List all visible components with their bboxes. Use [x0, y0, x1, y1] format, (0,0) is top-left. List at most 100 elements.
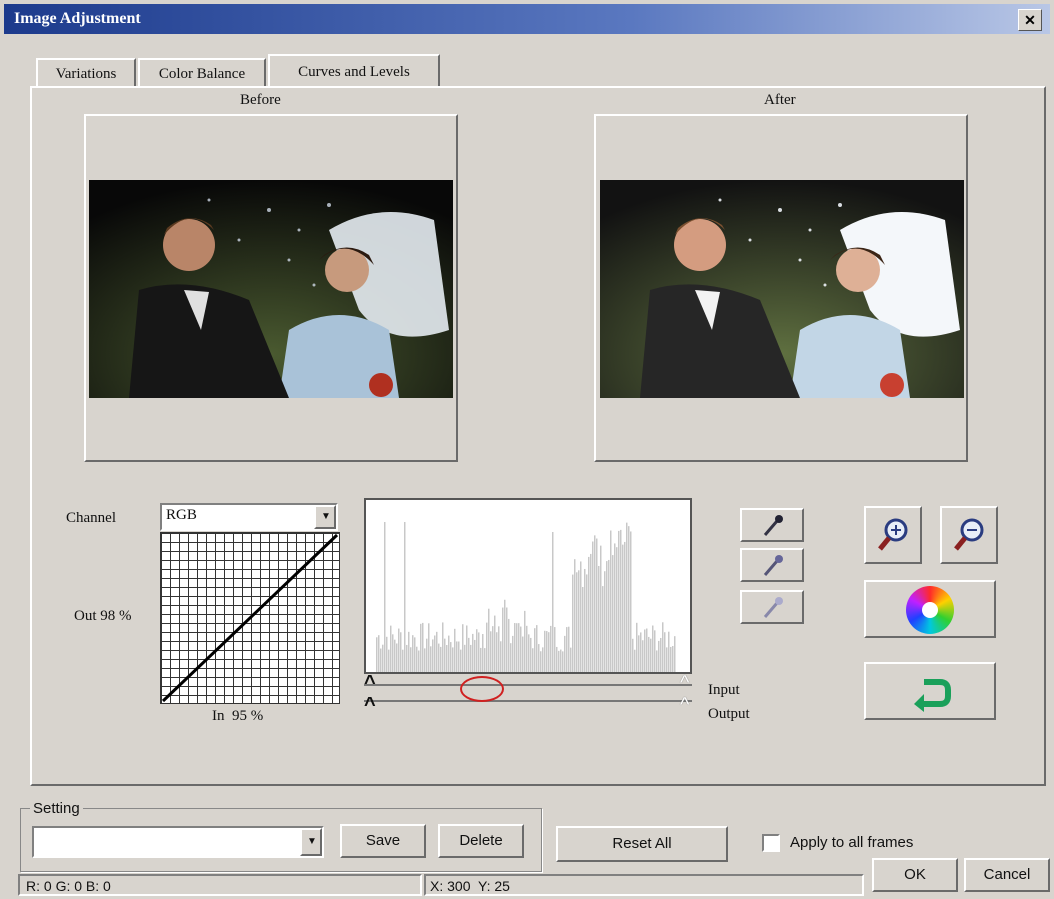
histogram-bar	[426, 638, 428, 672]
output-white-slider[interactable]: ^	[680, 694, 689, 717]
histogram-bar	[586, 574, 588, 672]
histogram-bar	[652, 625, 654, 672]
close-button[interactable]: ✕	[1018, 9, 1042, 31]
histogram-bar	[488, 608, 490, 672]
zoom-in-button[interactable]	[864, 506, 922, 564]
channel-dropdown-button[interactable]: ▼	[314, 505, 336, 529]
setting-dropdown-button[interactable]: ▼	[300, 828, 322, 856]
before-image	[89, 180, 453, 398]
apply-all-label: Apply to all frames	[790, 834, 914, 851]
histogram-bar	[614, 543, 616, 672]
eyedropper-black-icon	[763, 515, 783, 536]
histogram-bar	[596, 538, 598, 672]
histogram-bar	[524, 610, 526, 672]
output-slider-track[interactable]	[364, 700, 692, 702]
histogram-bar	[442, 622, 444, 672]
histogram-bar	[570, 647, 572, 672]
black-point-button[interactable]	[740, 508, 804, 542]
curve-graph[interactable]	[160, 532, 340, 704]
setting-group-label: Setting	[30, 800, 83, 817]
before-label: Before	[240, 92, 281, 108]
zoom-out-button[interactable]	[940, 506, 998, 564]
histogram-bar	[448, 635, 450, 672]
histogram-bar	[618, 530, 620, 672]
input-black-slider[interactable]: ^	[364, 672, 376, 695]
histogram-bar	[580, 561, 582, 672]
status-coords-pane: X: 300 Y: 25	[424, 874, 864, 896]
color-wheel-icon	[906, 586, 954, 634]
histogram-bar	[564, 635, 566, 672]
histogram-bar	[406, 644, 408, 672]
histogram-bar	[620, 529, 622, 672]
histogram-bar	[568, 626, 570, 672]
histogram-bar	[520, 626, 522, 672]
delete-button[interactable]: Delete	[438, 824, 524, 858]
histogram-bar	[438, 643, 440, 672]
histogram-bar	[526, 625, 528, 672]
histogram-bar	[660, 637, 662, 672]
histogram-bar	[466, 625, 468, 672]
output-black-slider[interactable]: ^	[364, 694, 376, 717]
histogram-bar	[450, 642, 452, 672]
histogram-bar	[550, 625, 552, 672]
histogram-bar	[566, 627, 568, 672]
status-coords: X: 300 Y: 25	[430, 878, 510, 894]
histogram-bar	[412, 635, 414, 672]
input-white-slider[interactable]: ^	[680, 672, 689, 695]
gray-point-button[interactable]	[740, 548, 804, 582]
histogram-bar	[464, 644, 466, 672]
after-label: After	[764, 92, 796, 108]
histogram-bar	[548, 632, 550, 672]
histogram-bar	[422, 622, 424, 672]
histogram-bar	[440, 646, 442, 672]
histogram-bar	[546, 631, 548, 672]
input-slider-track[interactable]	[364, 684, 692, 686]
histogram-bar	[518, 623, 520, 672]
after-image-scene	[600, 180, 964, 398]
eyedropper-white-icon	[763, 597, 783, 618]
tab-curves-and-levels[interactable]: Curves and Levels	[268, 54, 440, 88]
channel-label: Channel	[66, 510, 116, 526]
histogram-bar	[484, 648, 486, 672]
histogram-bar	[382, 644, 384, 672]
histogram-bar	[386, 636, 388, 672]
reset-all-button[interactable]: Reset All	[556, 826, 728, 862]
histogram-bar	[534, 628, 536, 672]
histogram-bar	[674, 636, 676, 672]
histogram-bar	[474, 639, 476, 672]
apply-all-checkbox[interactable]	[762, 834, 780, 852]
tab-color-balance[interactable]: Color Balance	[138, 58, 266, 88]
histogram-bar	[428, 623, 430, 672]
histogram-bar	[650, 638, 652, 672]
title-bar: Image Adjustment ✕	[4, 4, 1050, 34]
histogram-bar	[616, 547, 618, 672]
histogram	[364, 498, 692, 674]
histogram-bar	[414, 637, 416, 672]
histogram-bar	[446, 645, 448, 672]
white-point-button[interactable]	[740, 590, 804, 624]
channel-select[interactable]: RGB ▼	[160, 503, 338, 531]
histogram-bar	[418, 650, 420, 672]
histogram-bar	[396, 643, 398, 672]
histogram-bar	[600, 545, 602, 672]
histogram-bar	[404, 522, 406, 672]
histogram-bar	[622, 544, 624, 672]
histogram-bar	[672, 645, 674, 672]
color-wheel-center	[922, 602, 938, 618]
histogram-bar	[522, 636, 524, 672]
setting-select[interactable]: ▼	[32, 826, 324, 858]
cancel-button[interactable]: Cancel	[964, 858, 1050, 892]
undo-button[interactable]	[864, 662, 996, 720]
gamma-slider-highlight[interactable]	[460, 676, 504, 702]
histogram-bar	[556, 646, 558, 672]
histogram-bar	[578, 570, 580, 672]
histogram-bar	[496, 632, 498, 672]
histogram-bar	[434, 635, 436, 672]
tab-variations[interactable]: Variations	[36, 58, 136, 88]
status-rgb-pane: R: 0 G: 0 B: 0	[18, 874, 422, 896]
histogram-bar	[644, 629, 646, 672]
ok-button[interactable]: OK	[872, 858, 958, 892]
save-button[interactable]: Save	[340, 824, 426, 858]
zoom-out-icon	[954, 518, 984, 551]
color-wheel-button[interactable]	[864, 580, 996, 638]
